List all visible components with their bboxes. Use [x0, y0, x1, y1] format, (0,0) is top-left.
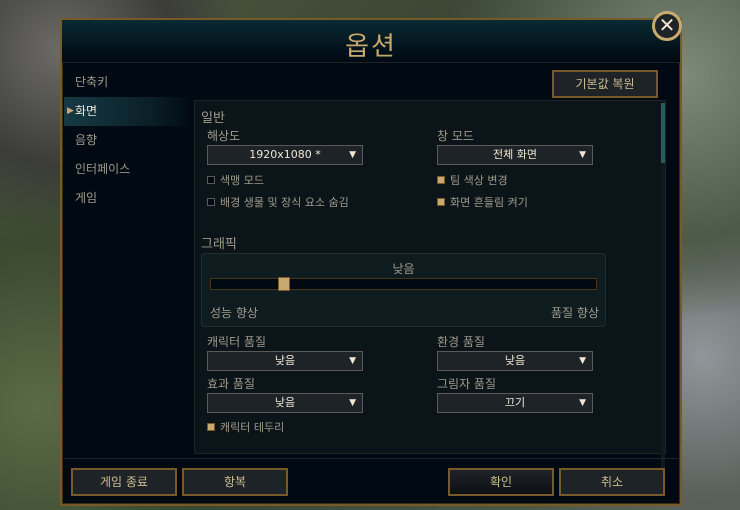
- effects-quality-label: 효과 품질: [207, 377, 255, 391]
- surrender-button[interactable]: 항복: [182, 468, 288, 496]
- chevron-down-icon: ▼: [349, 150, 356, 160]
- chevron-down-icon: ▼: [579, 398, 586, 408]
- checkbox-label: 캐릭터 테두리: [220, 421, 285, 434]
- close-button[interactable]: ✕: [652, 11, 682, 41]
- sidebar-item-label: 단축키: [75, 75, 109, 89]
- chevron-down-icon: ▼: [349, 398, 356, 408]
- sidebar-item-video[interactable]: ▶ 화면: [64, 97, 192, 126]
- checkbox-label: 색맹 모드: [220, 174, 264, 187]
- resolution-value: 1920x1080 *: [249, 148, 321, 161]
- shadow-quality-label: 그림자 품질: [437, 377, 497, 391]
- cancel-button[interactable]: 취소: [559, 468, 665, 496]
- scrollbar-thumb[interactable]: [661, 103, 665, 163]
- options-content: 기본값 복원 일반 해상도 1920x1080 * ▼ 창 모드 전체 화면 ▼…: [194, 68, 666, 483]
- restore-defaults-button[interactable]: 기본값 복원: [552, 70, 658, 98]
- options-window: 옵션 단축키 ▶ 화면 음향 인터페이스 게임 기본값 복원 일반 해상도 19…: [60, 18, 682, 506]
- checkbox-box: [207, 176, 215, 184]
- sidebar-item-game[interactable]: 게임: [64, 184, 192, 213]
- ok-button[interactable]: 확인: [448, 468, 554, 496]
- options-sidebar: 단축키 ▶ 화면 음향 인터페이스 게임: [64, 68, 192, 213]
- character-quality-label: 캐릭터 품질: [207, 335, 267, 349]
- shadow-quality-value: 끄기: [504, 396, 526, 409]
- resolution-select[interactable]: 1920x1080 * ▼: [207, 145, 363, 165]
- sidebar-item-label: 인터페이스: [75, 162, 131, 176]
- environment-quality-select[interactable]: 낮음 ▼: [437, 351, 593, 371]
- sidebar-item-label: 화면: [75, 104, 98, 118]
- checkbox-box-checked: [437, 198, 445, 206]
- resolution-label: 해상도: [207, 129, 241, 143]
- window-mode-label: 창 모드: [437, 129, 474, 143]
- window-mode-value: 전체 화면: [493, 148, 537, 161]
- sidebar-item-hotkeys[interactable]: 단축키: [64, 68, 192, 97]
- colorblind-mode-checkbox[interactable]: 색맹 모드: [207, 172, 264, 188]
- sidebar-item-sound[interactable]: 음향: [64, 126, 192, 155]
- slider-value-label: 낮음: [392, 262, 415, 276]
- effects-quality-select[interactable]: 낮음 ▼: [207, 393, 363, 413]
- checkbox-label: 화면 흔들림 켜기: [450, 196, 528, 209]
- graphics-quality-slider[interactable]: 낮음 성능 향상 품질 향상: [201, 253, 606, 327]
- graphics-section-title: 그래픽: [201, 237, 237, 252]
- slider-right-label: 품질 향상: [551, 306, 599, 320]
- hide-eyecandy-checkbox[interactable]: 배경 생물 및 장식 요소 숨김: [207, 194, 349, 210]
- checkbox-box: [207, 198, 215, 206]
- checkbox-box-checked: [207, 423, 215, 431]
- sidebar-item-interface[interactable]: 인터페이스: [64, 155, 192, 184]
- title-bar: 옵션: [62, 20, 680, 63]
- shadow-quality-select[interactable]: 끄기 ▼: [437, 393, 593, 413]
- character-inking-checkbox[interactable]: 캐릭터 테두리: [207, 419, 284, 435]
- chevron-down-icon: ▼: [579, 356, 586, 366]
- close-icon: ✕: [658, 13, 676, 37]
- effects-quality-value: 낮음: [274, 396, 296, 409]
- sidebar-item-label: 게임: [75, 191, 98, 205]
- environment-quality-value: 낮음: [504, 354, 526, 367]
- settings-panel: 일반 해상도 1920x1080 * ▼ 창 모드 전체 화면 ▼ 색맹 모드 …: [194, 100, 666, 483]
- window-title: 옵션: [345, 32, 397, 62]
- window-mode-select[interactable]: 전체 화면 ▼: [437, 145, 593, 165]
- slider-track[interactable]: [210, 277, 597, 291]
- chevron-down-icon: ▼: [349, 356, 356, 366]
- footer-divider: [64, 458, 678, 459]
- sidebar-item-label: 음향: [75, 133, 98, 147]
- environment-quality-label: 환경 품질: [437, 335, 485, 349]
- screen-shake-checkbox[interactable]: 화면 흔들림 켜기: [437, 194, 528, 210]
- team-color-checkbox[interactable]: 팀 색상 변경: [437, 172, 508, 188]
- slider-left-label: 성능 향상: [210, 306, 258, 320]
- character-quality-value: 낮음: [274, 354, 296, 367]
- chevron-down-icon: ▼: [579, 150, 586, 160]
- checkbox-label: 배경 생물 및 장식 요소 숨김: [220, 196, 349, 209]
- general-section-title: 일반: [201, 111, 225, 126]
- checkbox-box-checked: [437, 176, 445, 184]
- scrollbar[interactable]: [661, 103, 665, 483]
- exit-game-button[interactable]: 게임 종료: [71, 468, 177, 496]
- slider-thumb[interactable]: [278, 277, 290, 291]
- character-quality-select[interactable]: 낮음 ▼: [207, 351, 363, 371]
- checkbox-label: 팀 색상 변경: [450, 174, 508, 187]
- active-arrow-icon: ▶: [67, 106, 74, 116]
